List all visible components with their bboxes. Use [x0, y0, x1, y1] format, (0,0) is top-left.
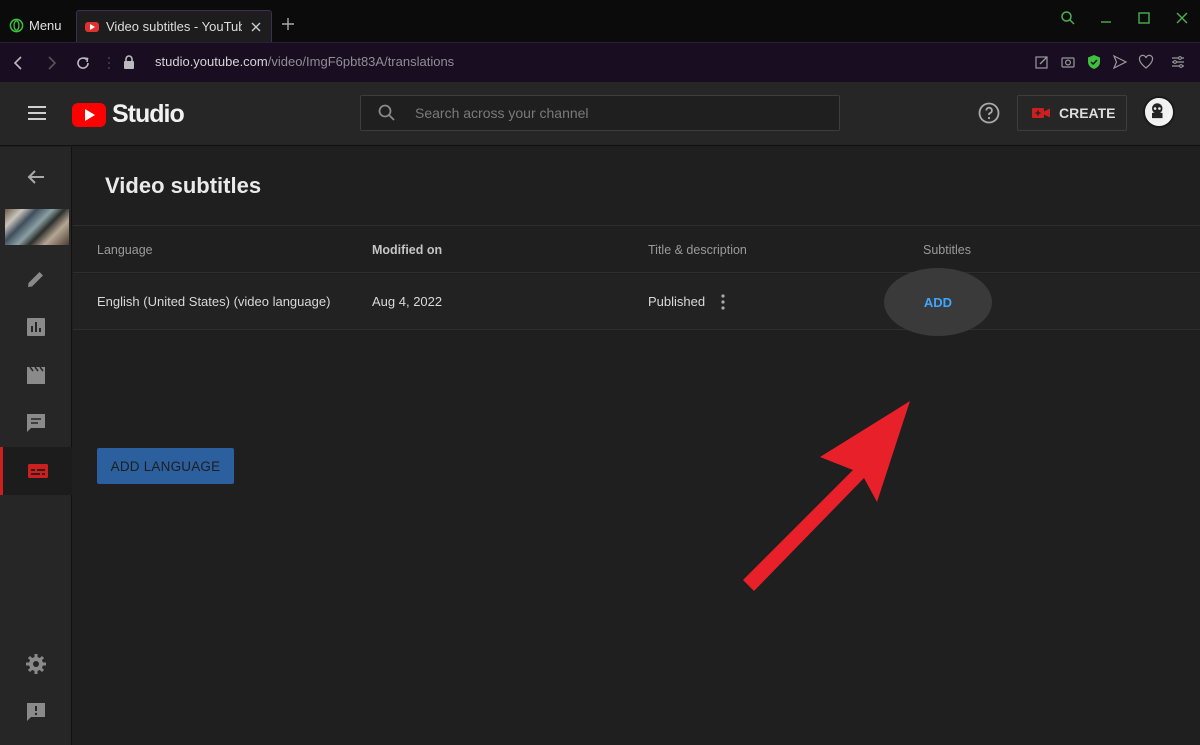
- forward-icon[interactable]: [42, 54, 60, 72]
- create-button[interactable]: CREATE: [1017, 95, 1127, 131]
- window-controls: [1060, 10, 1190, 26]
- browser-menu-button[interactable]: Menu: [4, 12, 68, 38]
- avatar[interactable]: [1143, 96, 1175, 128]
- row-title-status: Published: [648, 294, 706, 309]
- back-icon[interactable]: [10, 54, 28, 72]
- page-title: Video subtitles: [105, 173, 262, 198]
- new-tab-icon[interactable]: [280, 16, 296, 32]
- row-modified-date: Aug 4, 2022: [372, 294, 443, 309]
- lock-icon[interactable]: [122, 55, 136, 70]
- sidebar-item-comments[interactable]: [0, 399, 72, 447]
- sidebar-back[interactable]: [0, 153, 72, 201]
- sidebar-item-editor[interactable]: [0, 351, 72, 399]
- studio-app: Studio CREATE: [0, 82, 1200, 745]
- feedback-icon: [27, 703, 45, 721]
- video-thumbnail[interactable]: [5, 209, 69, 245]
- column-header-subtitles: Subtitles: [923, 243, 971, 257]
- hamburger-menu-icon[interactable]: [26, 104, 48, 122]
- speed-dial-dots-icon: [108, 57, 110, 69]
- search-icon: [378, 104, 395, 121]
- more-options-icon[interactable]: [716, 292, 730, 312]
- clapperboard-icon: [27, 366, 45, 384]
- sidebar-item-settings[interactable]: [0, 640, 72, 688]
- add-language-button[interactable]: ADD LANGUAGE: [97, 448, 234, 484]
- close-tab-icon[interactable]: [249, 20, 263, 34]
- left-sidebar: [0, 147, 72, 745]
- address-bar-tools: [1034, 54, 1186, 70]
- browser-menu-label: Menu: [29, 17, 62, 33]
- column-header-modified[interactable]: Modified on: [372, 243, 442, 257]
- studio-logo-text: Studio: [112, 100, 185, 128]
- maximize-icon[interactable]: [1136, 10, 1152, 26]
- heart-icon[interactable]: [1138, 54, 1154, 70]
- table-row: English (United States) (video language)…: [73, 268, 1200, 336]
- sidebar-item-analytics[interactable]: [0, 303, 72, 351]
- tab-title: Video subtitles - YouTube Studio: [106, 19, 242, 34]
- address-bar: studio.youtube.com/video/ImgF6pbt83A/tra…: [0, 42, 1200, 82]
- add-subtitles-highlight: ADD: [884, 268, 992, 336]
- close-window-icon[interactable]: [1174, 10, 1190, 26]
- create-button-label: CREATE: [1059, 105, 1116, 121]
- add-subtitles-button[interactable]: ADD: [924, 295, 952, 310]
- browser-titlebar: Menu Video subtitles - YouTube Studio: [0, 0, 1200, 42]
- youtube-logo-icon: [72, 102, 106, 127]
- opera-logo-icon: [9, 18, 24, 32]
- easy-setup-icon[interactable]: [1170, 54, 1186, 70]
- camera-icon[interactable]: [1060, 54, 1076, 70]
- studio-header: Studio CREATE: [0, 82, 1200, 146]
- url-host: studio.youtube.com: [155, 54, 268, 69]
- gear-icon: [26, 654, 46, 674]
- comment-icon: [27, 414, 45, 432]
- sidebar-item-details[interactable]: [0, 255, 72, 303]
- search-box[interactable]: [360, 95, 840, 131]
- send-icon[interactable]: [1112, 54, 1128, 70]
- subtitles-icon: [27, 464, 48, 478]
- main-content: Video subtitles Language Modified on Tit…: [73, 147, 1200, 745]
- arrow-back-icon: [27, 170, 44, 184]
- url-text[interactable]: studio.youtube.com/video/ImgF6pbt83A/tra…: [155, 54, 454, 69]
- profile-avatar-icon: [1145, 98, 1170, 123]
- browser-tab-active[interactable]: Video subtitles - YouTube Studio: [76, 10, 272, 42]
- sidebar-item-feedback[interactable]: [0, 688, 72, 736]
- edit-snapshot-icon[interactable]: [1034, 54, 1050, 70]
- sidebar-item-subtitles[interactable]: [0, 447, 72, 495]
- video-camera-icon: [1032, 108, 1050, 118]
- youtube-favicon-icon: [85, 21, 99, 32]
- search-tabs-icon[interactable]: [1060, 10, 1076, 26]
- analytics-icon: [27, 318, 45, 336]
- search-input[interactable]: [415, 105, 815, 121]
- pencil-icon: [28, 272, 43, 287]
- help-icon[interactable]: [977, 101, 1001, 125]
- studio-logo[interactable]: Studio: [72, 100, 185, 129]
- minimize-icon[interactable]: [1098, 10, 1114, 26]
- column-header-title-description: Title & description: [648, 243, 747, 257]
- adblock-shield-icon[interactable]: [1086, 54, 1102, 70]
- row-language: English (United States) (video language): [97, 294, 331, 309]
- url-path: /video/ImgF6pbt83A/translations: [267, 54, 455, 69]
- table-header: Language Modified on Title & description…: [73, 225, 1200, 273]
- column-header-language: Language: [97, 243, 153, 257]
- reload-icon[interactable]: [74, 54, 92, 72]
